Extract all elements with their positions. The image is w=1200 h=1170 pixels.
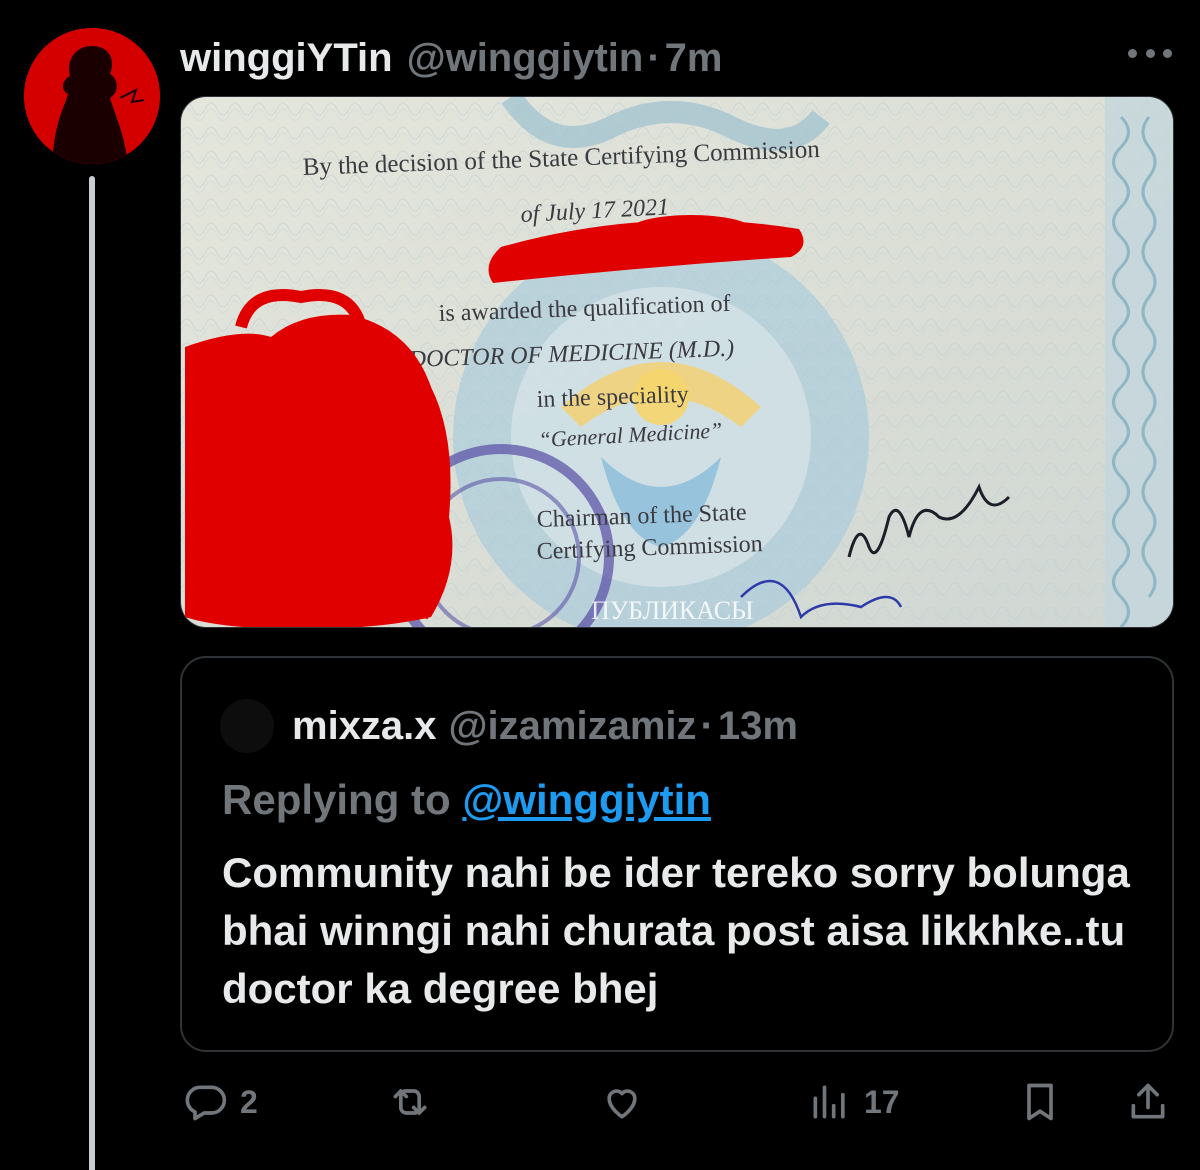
more-icon[interactable] [1128,38,1172,68]
author-display-name[interactable]: winggiYTin [180,36,393,81]
quoted-tweet[interactable]: mixza.x @izamizamiz · 13m Replying to @w… [180,656,1174,1052]
like-icon [607,1089,637,1119]
replying-to-handle-link[interactable]: @winggiytin [462,776,711,823]
thread-line [89,176,95,1170]
quoted-author-avatar[interactable] [220,699,274,753]
cert-line-5: in the speciality [536,382,689,413]
tweet-action-bar: 2 17 [180,1072,1174,1132]
quoted-tweet-text: Community nahi be ider tereko sorry bolu… [222,849,1130,1012]
reply-button[interactable]: 2 [184,1072,258,1132]
quoted-author-display-name[interactable]: mixza.x [292,704,437,749]
repost-icon [393,1089,427,1115]
seal-text: ПУБЛИКАСЫ [591,596,754,625]
certificate-image: ПУБЛИКАСЫ By the decision of the State C… [181,97,1173,627]
reply-count: 2 [240,1083,258,1120]
tweet-timestamp[interactable]: 7m [665,36,723,81]
tweet-header: winggiYTin @winggiytin · 7m [180,30,722,86]
repost-button[interactable] [388,1072,444,1132]
quoted-author-handle[interactable]: @izamizamiz [449,704,697,749]
separator-dot: · [700,703,714,748]
bookmark-button[interactable] [1018,1072,1062,1132]
tweet-image[interactable]: ПУБЛИКАСЫ By the decision of the State C… [180,96,1174,628]
like-button[interactable] [600,1072,656,1132]
replying-to: Replying to @winggiytin [222,776,711,824]
quoted-timestamp[interactable]: 13m [718,704,798,749]
separator-dot: · [647,35,661,80]
views-button[interactable]: 17 [808,1072,900,1132]
author-avatar[interactable] [24,28,160,164]
views-count: 17 [864,1083,900,1120]
reply-icon [185,1085,227,1121]
share-button[interactable] [1126,1072,1170,1132]
avatar-silhouette-icon [24,28,160,164]
views-icon [813,1085,845,1119]
quoted-tweet-header: mixza.x @izamizamiz · 13m [220,699,798,753]
bookmark-icon [1027,1083,1053,1121]
author-handle[interactable]: @winggiytin [407,36,644,81]
replying-to-label: Replying to [222,776,451,823]
share-icon [1131,1083,1165,1119]
